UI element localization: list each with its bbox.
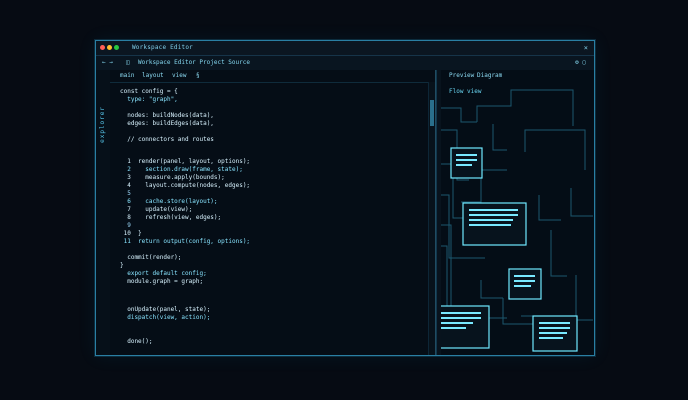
code-line-22: } (120, 262, 124, 269)
code-line-19: 11 return output(config, options); (120, 238, 251, 245)
maximize-window-button[interactable] (114, 45, 119, 50)
navigation-arrows[interactable]: ← → (102, 56, 113, 70)
toolbar: ← → ◫ Workspace Editor Project Source ⚙ … (96, 56, 594, 71)
code-area[interactable]: const config = { type: "graph", nodes: b… (120, 88, 427, 355)
code-line-24: module.graph = graph; (120, 278, 204, 285)
code-editor[interactable]: main layout view § const config = { type… (110, 70, 436, 355)
code-line-11: 3 measure.apply(bounds); (120, 174, 225, 181)
editor-tabs: main layout view § (110, 70, 435, 83)
code-line-18: 10 } (120, 230, 142, 237)
code-line-29: done(); (120, 338, 153, 345)
toolbar-icons[interactable]: ⚙ ▢ (575, 56, 586, 70)
tab-main[interactable]: main (120, 70, 134, 82)
diagram-panel: Preview Diagram Flow view (441, 70, 594, 355)
code-line-12: 4 layout.compute(nodes, edges); (120, 182, 251, 189)
code-line-2: type: "graph", (120, 96, 178, 103)
tab-layout[interactable]: layout (142, 70, 164, 82)
desktop-stage: Workspace Editor × ← → ◫ Workspace Edito… (0, 0, 688, 400)
path-label: Workspace Editor Project Source (138, 59, 250, 66)
side-label: explorer (99, 106, 106, 143)
code-line-15: 7 update(view); (120, 206, 193, 213)
flow-diagram (441, 89, 593, 352)
window-title: Workspace Editor (132, 44, 193, 51)
code-line-5: edges: buildEdges(data), (120, 120, 214, 127)
editor-scrollbar[interactable] (428, 82, 435, 355)
code-line-23: export default config; (120, 270, 207, 277)
diagram-node-3[interactable] (508, 268, 542, 300)
tab-extra[interactable]: § (196, 70, 200, 82)
code-line-4: nodes: buildNodes(data), (120, 112, 214, 119)
code-line-16: 8 refresh(view, edges); (120, 214, 222, 221)
code-line-7: // connectors and routes (120, 136, 214, 143)
title-bar: Workspace Editor × (96, 41, 594, 56)
code-line-1: const config = { (120, 88, 178, 95)
code-line-26: onUpdate(panel, state); (120, 306, 211, 313)
close-icon[interactable]: × (584, 41, 588, 55)
diagram-node-2[interactable] (462, 202, 527, 246)
activity-gutter: explorer (96, 70, 110, 355)
code-line-10: 2 section.draw(frame, state); (120, 166, 243, 173)
diagram-node-5[interactable] (532, 315, 578, 352)
code-line-17: 9 (120, 222, 131, 229)
code-line-27: dispatch(view, action); (120, 314, 211, 321)
tab-view[interactable]: view (172, 70, 186, 82)
workspace: explorer main layout view § const config… (96, 70, 594, 355)
diagram-node-4[interactable] (441, 305, 490, 349)
code-line-21: commit(render); (120, 254, 182, 261)
scroll-thumb[interactable] (430, 100, 434, 126)
diagram-node-1[interactable] (450, 147, 483, 179)
code-line-14: 6 cache.store(layout); (120, 198, 218, 205)
code-line-13: 5 (120, 190, 131, 197)
layout-button[interactable]: ◫ (126, 56, 130, 70)
close-window-button[interactable] (100, 45, 105, 50)
minimize-window-button[interactable] (107, 45, 112, 50)
code-line-9: 1 render(panel, layout, options); (120, 158, 251, 165)
app-window: Workspace Editor × ← → ◫ Workspace Edito… (95, 40, 595, 356)
